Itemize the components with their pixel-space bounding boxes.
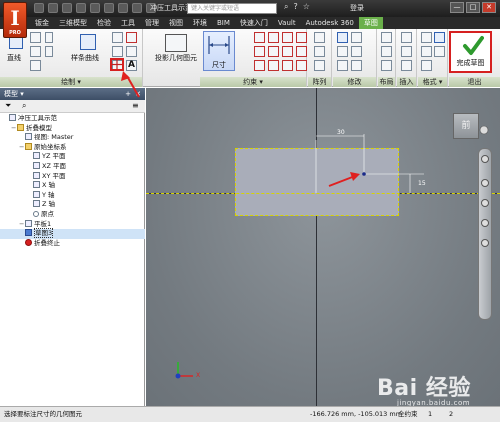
pointer-arrowhead: [350, 172, 360, 181]
steering-wheel-icon[interactable]: [481, 155, 489, 163]
app-logo-sub: PRO: [9, 30, 21, 36]
view-home-icon: [479, 125, 489, 135]
finish-sketch-label: 完成草图: [456, 59, 485, 67]
dim-value-horizontal[interactable]: 30: [337, 129, 345, 136]
pointer-arrow-line: [328, 175, 356, 187]
watermark-text: Bai 经验: [377, 376, 471, 401]
orbit-icon[interactable]: [481, 219, 489, 227]
pan-icon[interactable]: [481, 179, 489, 187]
tool-arrow-line: [126, 75, 140, 98]
axis-x-label: X: [196, 372, 201, 379]
application-menu-button[interactable]: I PRO: [3, 2, 27, 38]
navigation-bar[interactable]: [478, 148, 492, 320]
status-coordinates: -166.726 mm, -105.013 mm: [310, 410, 403, 418]
view-cube[interactable]: 前: [453, 113, 479, 139]
status-bar: 选择要标注尺寸的几何图元 -166.726 mm, -105.013 mm 全约…: [0, 406, 500, 422]
status-count-2: 2: [449, 410, 454, 418]
status-constraint: 全约束: [398, 410, 418, 418]
zoom-icon[interactable]: [481, 199, 489, 207]
finish-sketch-button[interactable]: 完成草图: [449, 31, 492, 73]
crosshair-icon: [112, 60, 122, 69]
status-count-1: 1: [428, 410, 433, 418]
dim-value-vertical[interactable]: 15: [418, 180, 426, 187]
app-logo-letter: I: [10, 6, 20, 30]
checkmark-icon: [463, 36, 484, 55]
sketch-overlay: [121, 71, 489, 379]
baidu-watermark: Bai 经验 jingyan.baidu.com: [377, 370, 471, 407]
z-axis-indicator: [175, 373, 181, 379]
sketch-point[interactable]: [362, 172, 366, 176]
look-at-icon[interactable]: [481, 239, 489, 247]
status-prompt: 选择要标注尺寸的几何图元: [4, 410, 82, 418]
point-tool-highlight[interactable]: [110, 58, 124, 71]
